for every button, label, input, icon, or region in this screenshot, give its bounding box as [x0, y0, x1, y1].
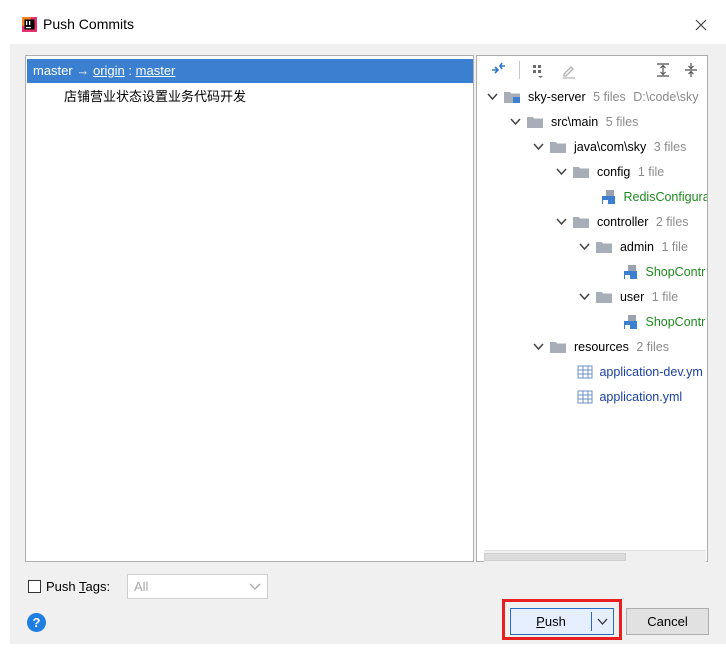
chevron-down-icon[interactable]: [554, 161, 570, 183]
source-branch: master: [33, 63, 73, 78]
group-by-icon[interactable]: [529, 60, 549, 80]
folder-icon: [596, 291, 613, 303]
files-toolbar: [477, 56, 707, 84]
folder-icon: [596, 241, 613, 253]
branch-separator: :: [128, 63, 133, 78]
file-count: 2 files: [636, 340, 669, 354]
expand-all-icon[interactable]: [653, 60, 673, 80]
tree-label: ShopContr: [645, 315, 706, 329]
tree-row-module[interactable]: sky-server 5 files D:\code\sky: [485, 86, 699, 108]
changed-files-panel: sky-server 5 files D:\code\sky src\main …: [476, 55, 708, 562]
push-tags-label-pre: Push: [46, 579, 80, 594]
push-tags-checkbox[interactable]: [28, 580, 41, 594]
push-button-main[interactable]: Push: [511, 609, 591, 634]
horizontal-scrollbar[interactable]: [484, 550, 706, 562]
branch-row[interactable]: master → origin : master: [27, 59, 473, 83]
tree-label: controller: [596, 215, 649, 229]
remote-link[interactable]: origin: [93, 63, 125, 78]
tree-row-folder[interactable]: admin 1 file: [577, 236, 688, 258]
push-tags-label-post: ags:: [85, 579, 111, 594]
commit-item[interactable]: 店铺营业状态设置业务代码开发: [64, 86, 246, 105]
folder-icon: [573, 166, 590, 178]
push-tags-option[interactable]: Push Tags:: [28, 577, 110, 597]
tree-row-file[interactable]: application.yml: [577, 386, 682, 408]
tree-label: src\main: [550, 115, 599, 129]
chevron-down-icon: [249, 583, 261, 590]
tree-row-folder[interactable]: java\com\sky 3 files: [531, 136, 686, 158]
chevron-down-icon[interactable]: [554, 211, 570, 233]
file-count: 1 file: [651, 290, 679, 304]
file-count: 2 files: [655, 215, 689, 229]
tree-row-file[interactable]: application-dev.ym: [577, 361, 703, 383]
tree-label: java\com\sky: [573, 140, 647, 154]
tree-row-folder[interactable]: config 1 file: [554, 161, 664, 183]
chevron-down-icon[interactable]: [485, 86, 501, 108]
chevron-down-icon[interactable]: [577, 236, 593, 258]
tree-label: sky-server: [527, 90, 586, 104]
file-count: 1 file: [661, 240, 688, 254]
folder-icon: [550, 341, 567, 353]
tree-label: application.yml: [599, 390, 683, 404]
tree-row-folder[interactable]: user 1 file: [577, 286, 678, 308]
toolbar-separator: [519, 61, 520, 79]
commits-panel: master → origin : master 店铺营业状态设置业务代码开发: [25, 55, 474, 562]
intellij-app-icon: [22, 17, 37, 32]
tree-label: config: [596, 165, 631, 179]
select-value: All: [134, 579, 149, 594]
push-tags-select[interactable]: All: [127, 574, 268, 599]
java-class-icon: [602, 189, 615, 204]
collapse-all-icon[interactable]: [681, 60, 701, 80]
title-bar: Push Commits: [0, 0, 726, 44]
edit-source-icon[interactable]: [559, 60, 579, 80]
tree-row-file[interactable]: RedisConfigura: [601, 186, 708, 208]
tree-label: RedisConfigura: [623, 190, 708, 204]
tree-row-folder[interactable]: src\main 5 files: [508, 111, 638, 133]
file-count: 3 files: [653, 140, 687, 154]
module-path: D:\code\sky: [633, 90, 699, 104]
chevron-down-icon[interactable]: [508, 111, 524, 133]
java-class-icon: [624, 314, 637, 329]
folder-icon: [573, 216, 590, 228]
push-label: ush: [544, 614, 566, 629]
push-button[interactable]: Push: [510, 608, 614, 635]
tree-label: application-dev.ym: [599, 365, 703, 379]
chevron-down-icon[interactable]: [577, 286, 593, 308]
tree-row-folder[interactable]: controller 2 files: [554, 211, 689, 233]
help-icon[interactable]: ?: [27, 613, 46, 632]
file-count: 1 file: [637, 165, 665, 179]
file-count: 5 files: [593, 90, 626, 104]
scrollbar-thumb[interactable]: [484, 553, 626, 561]
chevron-down-icon[interactable]: [592, 609, 613, 634]
tree-label: resources: [573, 340, 629, 354]
close-icon[interactable]: [690, 14, 712, 36]
arrow-icon: →: [76, 63, 90, 78]
cancel-button[interactable]: Cancel: [626, 608, 709, 635]
tree-row-file[interactable]: ShopContr: [623, 311, 705, 333]
folder-icon: [527, 116, 544, 128]
tree-row-file[interactable]: ShopContr: [623, 261, 705, 283]
tree-label: admin: [619, 240, 655, 254]
yaml-file-icon: [577, 365, 593, 379]
show-diff-icon[interactable]: [489, 60, 509, 80]
chevron-down-icon[interactable]: [531, 136, 547, 158]
yaml-file-icon: [577, 390, 593, 404]
tree-label: ShopContr: [645, 265, 706, 279]
file-count: 5 files: [605, 115, 639, 129]
push-mnemonic: P: [536, 614, 545, 629]
dialog-title: Push Commits: [43, 16, 135, 32]
folder-icon: [550, 141, 567, 153]
target-branch-link[interactable]: master: [136, 63, 176, 78]
java-class-icon: [624, 264, 637, 279]
tree-row-folder[interactable]: resources 2 files: [531, 336, 669, 358]
tree-label: user: [619, 290, 645, 304]
chevron-down-icon[interactable]: [531, 336, 547, 358]
module-folder-icon: [504, 91, 521, 103]
